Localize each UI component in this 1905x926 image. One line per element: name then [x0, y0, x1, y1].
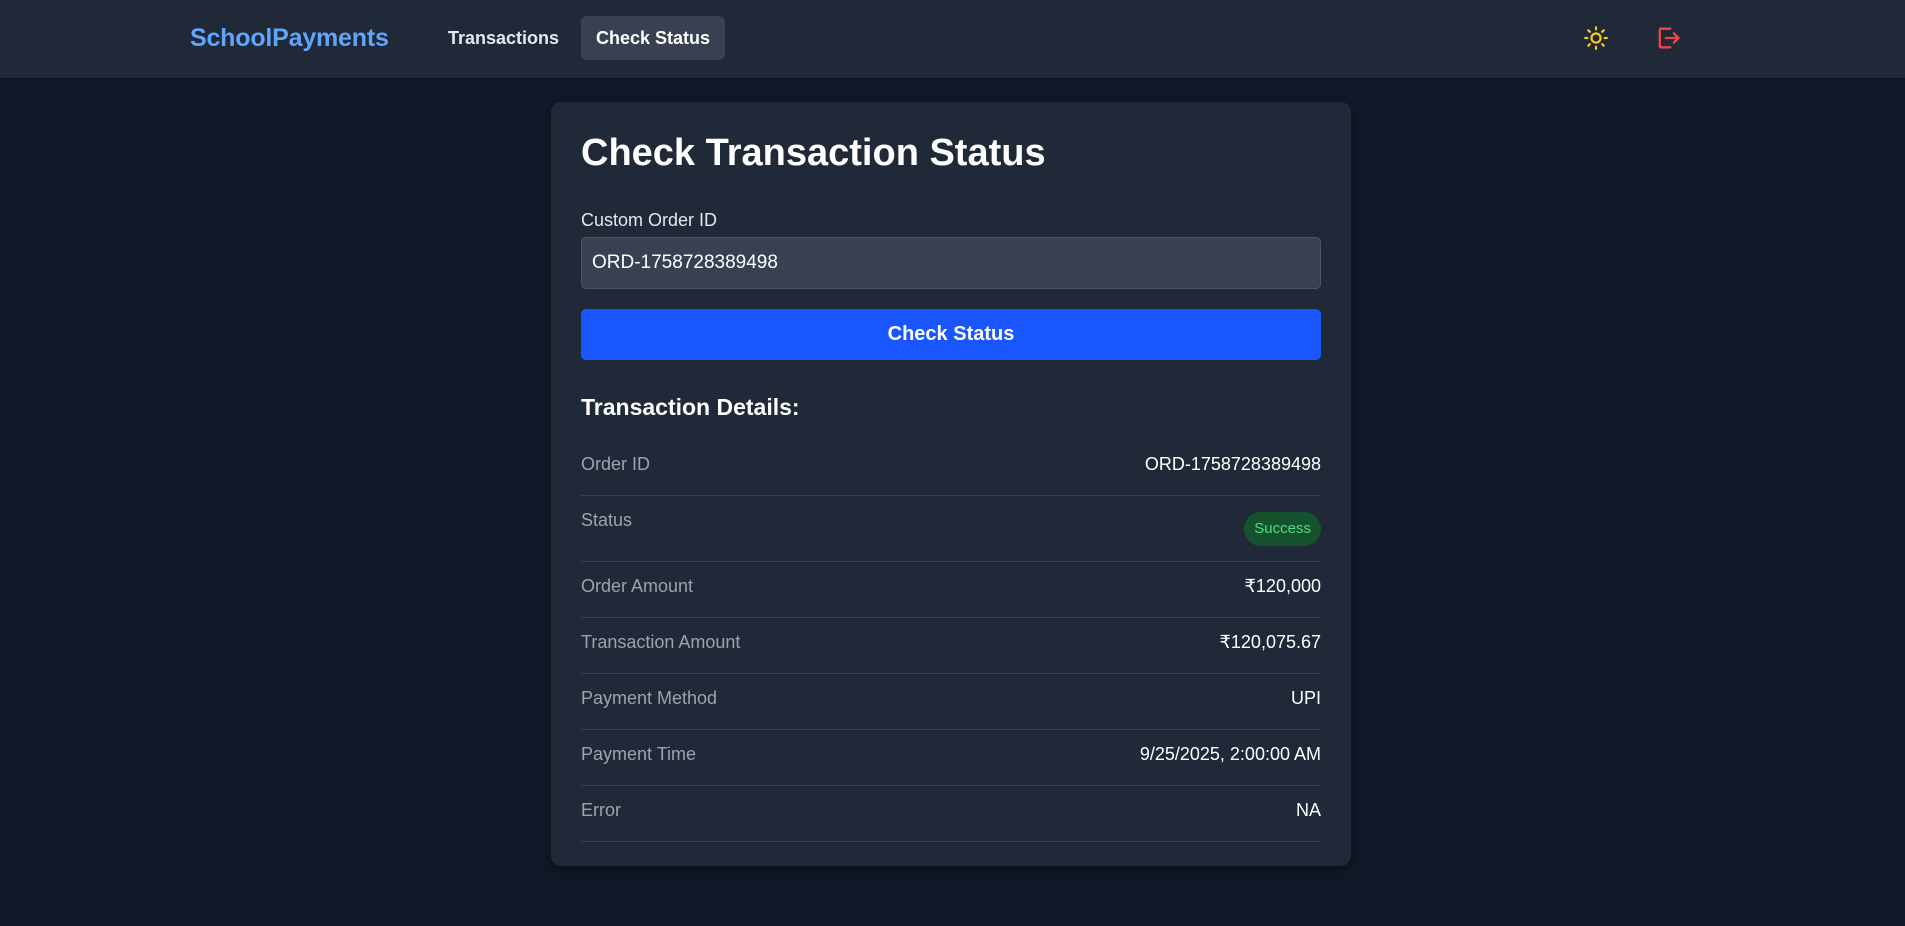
detail-value: ₹120,075.67 — [1219, 632, 1321, 652]
detail-value: ₹120,000 — [1244, 576, 1321, 596]
detail-value: 9/25/2025, 2:00:00 AM — [1139, 744, 1321, 764]
detail-row-payment-method: Payment Method UPI — [581, 674, 1321, 730]
nav-link-transactions[interactable]: Transactions — [433, 16, 574, 60]
details-heading: Transaction Details: — [581, 394, 800, 420]
detail-row-payment-time: Payment Time 9/25/2025, 2:00:00 AM — [581, 730, 1321, 786]
detail-label: Order ID — [581, 454, 651, 474]
transaction-details-list: Order ID ORD-1758728389498 Status Succes… — [581, 440, 1321, 842]
detail-label: Error — [581, 800, 621, 820]
top-navbar: SchoolPayments Transactions Check Status — [0, 0, 1905, 78]
order-id-input[interactable] — [581, 237, 1321, 289]
detail-row-order-amount: Order Amount ₹120,000 — [581, 562, 1321, 618]
sun-icon — [1584, 26, 1608, 50]
detail-label: Transaction Amount — [581, 632, 741, 652]
detail-value: UPI — [1290, 688, 1321, 708]
logout-icon — [1658, 27, 1680, 49]
theme-toggle-button[interactable] — [1580, 22, 1612, 54]
page-title: Check Transaction Status — [581, 132, 1046, 174]
detail-value: ORD-1758728389498 — [1144, 454, 1321, 474]
brand-logo[interactable]: SchoolPayments — [190, 24, 389, 53]
detail-row-order-id: Order ID ORD-1758728389498 — [581, 440, 1321, 496]
detail-label: Payment Time — [581, 744, 697, 764]
status-badge: Success — [1244, 512, 1321, 546]
check-status-button[interactable]: Check Status — [581, 309, 1321, 360]
detail-label: Payment Method — [581, 688, 718, 708]
detail-value: NA — [1295, 800, 1321, 820]
detail-label: Status — [581, 510, 633, 530]
detail-row-status: Status Success — [581, 496, 1321, 562]
detail-label: Order Amount — [581, 576, 694, 596]
detail-row-transaction-amount: Transaction Amount ₹120,075.67 — [581, 618, 1321, 674]
nav-link-check-status[interactable]: Check Status — [581, 16, 726, 60]
detail-row-error: Error NA — [581, 786, 1321, 842]
logout-button[interactable] — [1652, 22, 1684, 54]
check-status-card: Check Transaction Status Custom Order ID… — [551, 102, 1351, 866]
order-id-label: Custom Order ID — [581, 210, 718, 230]
